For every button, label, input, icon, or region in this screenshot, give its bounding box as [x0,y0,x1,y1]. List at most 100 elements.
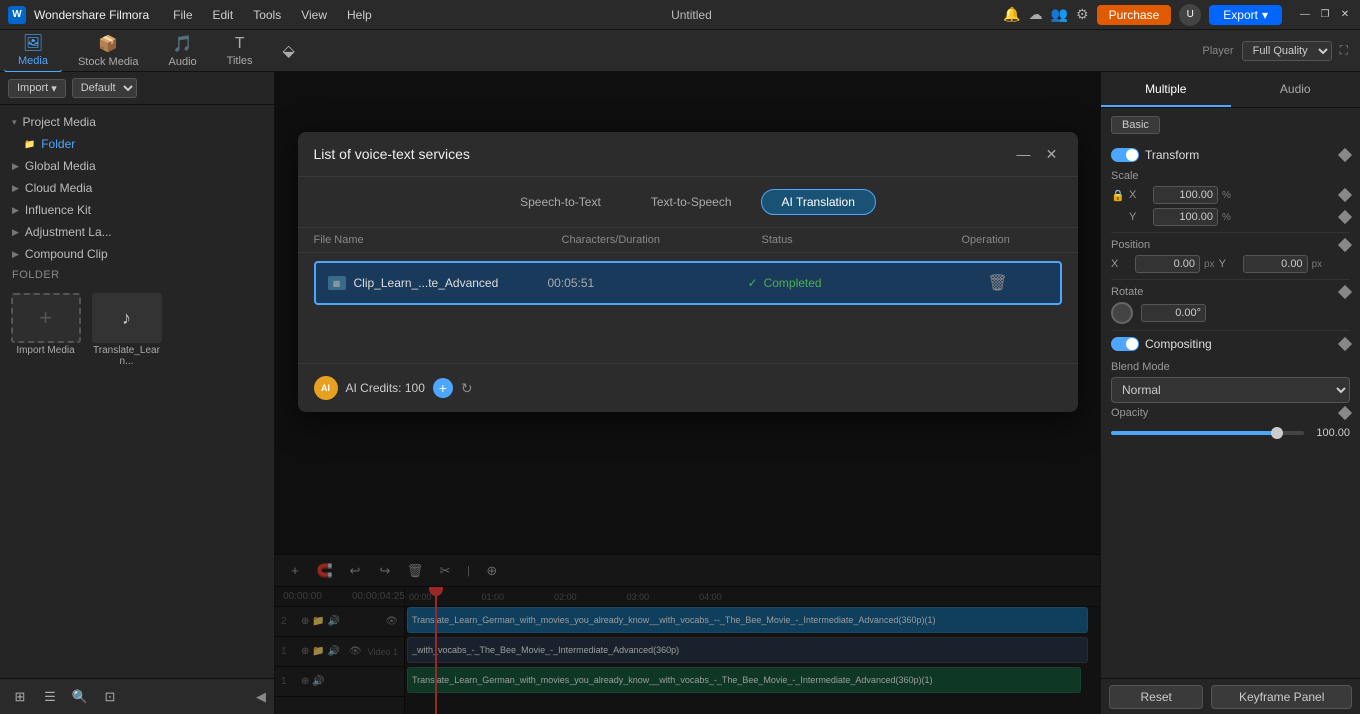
tree-item-label: Adjustment La... [25,225,112,239]
media-item[interactable]: ♪ Translate_Learn... [89,293,164,367]
tab-titles[interactable]: T Titles [213,31,267,71]
settings-icon[interactable]: ⚙ [1076,6,1089,23]
refresh-icon[interactable]: ↻ [461,380,473,397]
rotate-dial[interactable] [1111,302,1133,324]
dialog-header: List of voice-text services — ✕ [298,132,1078,177]
app-logo: W [8,6,26,24]
tree-global-media[interactable]: ▶ Global Media [0,155,274,177]
ai-credits-label: AI Credits: 100 [346,381,425,395]
dialog-overlay: List of voice-text services — ✕ Speech-t… [275,72,1100,714]
collapse-icon[interactable]: ◀ [256,689,266,705]
add-credits-button[interactable]: + [433,378,453,398]
menu-view[interactable]: View [293,6,335,24]
table-row[interactable]: ▦ Clip_Learn_...te_Advanced 00:05:51 ✓ C… [314,261,1062,305]
quality-select[interactable]: Full Quality [1242,41,1332,61]
position-label: Position [1111,239,1150,251]
scale-section: Scale 🔒 X 100.00 % Y 100.00 % [1111,170,1350,226]
filter-icon[interactable]: ⊡ [98,685,122,709]
scale-x-input[interactable]: 100.00 [1153,186,1218,204]
tab-audio[interactable]: Audio [1231,72,1360,107]
tab-ai-translation[interactable]: AI Translation [761,189,876,215]
expand-icon: ▶ [12,161,19,172]
expand-icon: ▶ [12,227,19,238]
tab-more[interactable]: ⬙ [269,37,309,65]
tree-folder[interactable]: 📁 Folder [0,133,274,155]
tab-multiple[interactable]: Multiple [1101,72,1231,107]
compositing-toggle[interactable] [1111,337,1139,351]
tab-media[interactable]: 🖼 Media [4,29,62,73]
panel-header: Import ▾ Default [0,72,274,105]
keyframe-panel-button[interactable]: Keyframe Panel [1211,685,1352,709]
menu-edit[interactable]: Edit [205,6,242,24]
tree-project-media[interactable]: ▾ Project Media [0,111,274,133]
opacity-header: Opacity [1111,407,1350,419]
x-label: X [1129,189,1149,201]
expand-icon: ▶ [12,249,19,260]
folder-select[interactable]: Default [72,78,137,98]
import-label: Import [17,82,48,94]
dialog-spacer [298,317,1078,363]
rotate-input[interactable]: 0.00° [1141,304,1206,322]
tree-adjustment-layer[interactable]: ▶ Adjustment La... [0,221,274,243]
notification-icon[interactable]: 🔔 [1003,6,1020,23]
transform-toggle[interactable] [1111,148,1139,162]
position-row: X 0.00 px Y 0.00 px [1111,255,1350,273]
player-label: Player [1202,45,1233,57]
import-button[interactable]: Import ▾ [8,79,66,98]
tab-audio-label: Audio [169,56,197,68]
search-icon[interactable]: 🔍 [68,685,92,709]
position-y-input[interactable]: 0.00 [1243,255,1308,273]
opacity-slider[interactable] [1111,431,1304,435]
rotate-keyframe-icon[interactable] [1338,285,1352,299]
cloud-icon[interactable]: ☁ [1029,6,1043,23]
main-layout: Import ▾ Default ▾ Project Media 📁 Folde… [0,72,1360,714]
add-media-button[interactable]: + [11,293,81,343]
dialog-close-button[interactable]: ✕ [1042,144,1062,164]
tab-stock-media[interactable]: 📦 Stock Media [64,30,153,72]
delete-row-button[interactable]: 🗑 [987,273,1007,293]
reset-button[interactable]: Reset [1109,685,1203,709]
menu-tools[interactable]: Tools [245,6,289,24]
user-avatar[interactable]: U [1179,4,1201,26]
tree-cloud-media[interactable]: ▶ Cloud Media [0,177,274,199]
left-panel: Import ▾ Default ▾ Project Media 📁 Folde… [0,72,275,714]
community-icon[interactable]: 👥 [1051,6,1068,23]
status-text: Completed [764,276,822,290]
opacity-row: 100.00 [1111,427,1350,439]
opacity-thumb[interactable] [1271,427,1283,439]
blend-mode-select[interactable]: Normal [1111,377,1350,403]
scale-x-keyframe-icon[interactable] [1338,188,1352,202]
tree-compound-clip[interactable]: ▶ Compound Clip [0,243,274,265]
export-button[interactable]: Export ▾ [1209,5,1282,25]
transform-keyframe-icon[interactable] [1338,148,1352,162]
window-title: Untitled [388,8,995,22]
scale-y-input[interactable]: 100.00 [1153,208,1218,226]
operation-cell: 🗑 [948,273,1048,293]
purchase-button[interactable]: Purchase [1097,5,1172,25]
tree-influence-kit[interactable]: ▶ Influence Kit [0,199,274,221]
title-bar-right: 🔔 ☁ 👥 ⚙ Purchase U Export ▾ — ❐ ✕ [1003,4,1352,26]
maximize-button[interactable]: ❐ [1318,8,1332,22]
position-keyframe-icon[interactable] [1338,238,1352,252]
add-media-item[interactable]: + Import Media [8,293,83,367]
close-button[interactable]: ✕ [1338,8,1352,22]
tab-audio[interactable]: 🎵 Audio [155,30,211,72]
tab-speech-to-text[interactable]: Speech-to-Text [499,189,622,215]
pos-x-unit: px [1204,259,1215,270]
position-x-input[interactable]: 0.00 [1135,255,1200,273]
fullscreen-icon[interactable]: ⛶ [1340,43,1348,58]
minimize-button[interactable]: — [1298,8,1312,22]
dialog-minimize-button[interactable]: — [1014,144,1034,164]
scale-y-keyframe-icon[interactable] [1338,210,1352,224]
compositing-keyframe-icon[interactable] [1338,337,1352,351]
basic-badge[interactable]: Basic [1111,116,1160,134]
import-media-label: Import Media [16,345,74,356]
list-view-icon[interactable]: ☰ [38,685,62,709]
tree-item-label: Project Media [23,115,96,129]
menu-file[interactable]: File [165,6,200,24]
opacity-keyframe-icon[interactable] [1338,406,1352,420]
compositing-section: Compositing [1111,337,1350,351]
menu-help[interactable]: Help [339,6,380,24]
tab-text-to-speech[interactable]: Text-to-Speech [630,189,753,215]
grid-view-icon[interactable]: ⊞ [8,685,32,709]
